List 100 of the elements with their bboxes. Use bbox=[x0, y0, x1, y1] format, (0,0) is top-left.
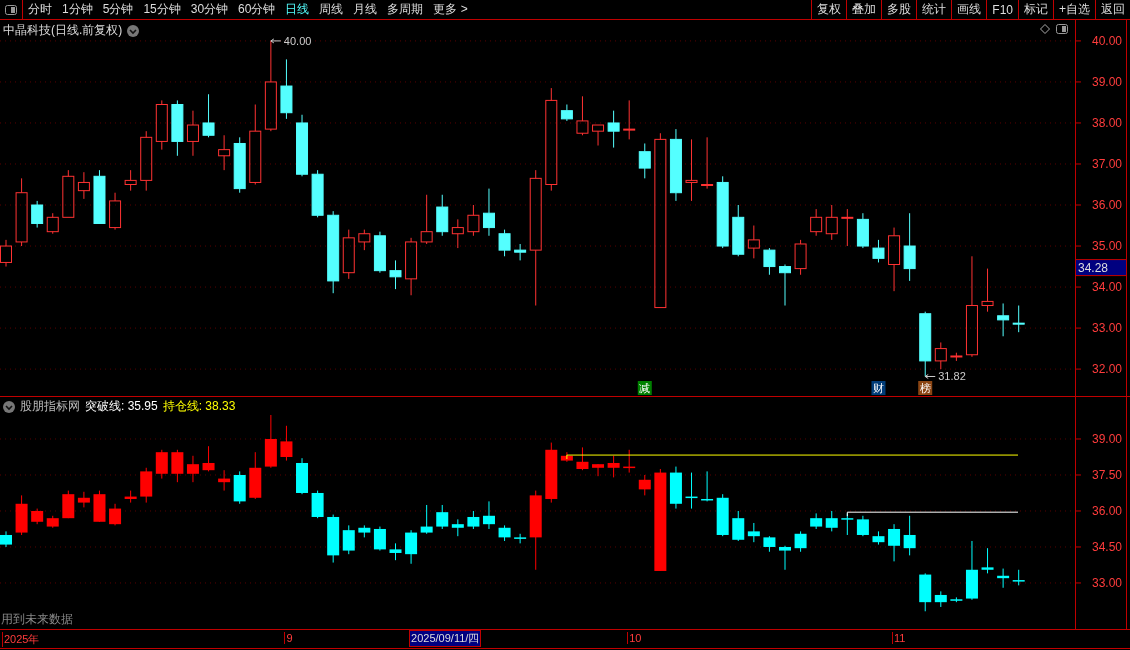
candlestick bbox=[358, 229, 371, 251]
candlestick bbox=[109, 192, 122, 231]
candlestick bbox=[77, 171, 90, 200]
candlestick bbox=[794, 530, 807, 553]
axis-tick-label: 33.00 bbox=[1092, 321, 1123, 336]
candlestick bbox=[592, 463, 605, 477]
candlestick bbox=[576, 446, 589, 471]
period-tab[interactable]: 月线 bbox=[348, 0, 383, 19]
candlestick bbox=[202, 93, 215, 138]
chevron-down-icon[interactable] bbox=[127, 24, 140, 37]
candlestick bbox=[981, 547, 994, 574]
period-tab[interactable]: 多周期 bbox=[382, 0, 429, 19]
period-tab[interactable]: 日线 bbox=[280, 0, 315, 19]
candlestick bbox=[15, 494, 28, 536]
candlestick bbox=[124, 169, 137, 192]
indicator-value: 突破线: 35.95 bbox=[85, 398, 158, 415]
date-label: 2025年 bbox=[2, 632, 41, 647]
panel-toggle-icon[interactable] bbox=[5, 4, 17, 15]
candlestick bbox=[467, 204, 480, 237]
candlestick bbox=[810, 208, 823, 237]
period-tab[interactable]: 30分钟 bbox=[185, 0, 234, 19]
candlestick bbox=[389, 542, 402, 561]
candlestick bbox=[779, 545, 791, 571]
toolbar-button[interactable]: 统计 bbox=[916, 0, 952, 19]
candlestick bbox=[919, 311, 932, 377]
candlestick bbox=[623, 99, 636, 140]
candlestick bbox=[607, 110, 620, 149]
candlestick bbox=[623, 449, 636, 474]
candlestick bbox=[46, 212, 59, 235]
future-data-note: 用到未来数据 bbox=[1, 611, 73, 628]
candlestick bbox=[342, 229, 355, 280]
toolbar-button[interactable]: F10 bbox=[986, 0, 1018, 19]
candlestick bbox=[685, 472, 698, 510]
candlestick bbox=[763, 247, 776, 276]
candlestick bbox=[342, 524, 355, 555]
candlestick bbox=[373, 526, 386, 552]
axis-tick-label: 37.50 bbox=[1092, 468, 1123, 482]
candlestick bbox=[997, 302, 1010, 337]
axis-tick-label: 34.00 bbox=[1092, 280, 1123, 295]
candlestick bbox=[560, 451, 573, 463]
date-label: 9 bbox=[284, 632, 294, 644]
candlestick bbox=[124, 490, 137, 504]
toolbar-button[interactable]: 多股 bbox=[881, 0, 917, 19]
candlestick bbox=[934, 341, 947, 370]
period-tab[interactable]: 更多 > bbox=[428, 0, 473, 19]
candlestick bbox=[358, 524, 371, 538]
chevron-down-icon[interactable] bbox=[3, 400, 15, 413]
period-tab[interactable]: 1分钟 bbox=[57, 0, 98, 19]
candlestick bbox=[1012, 569, 1025, 586]
candlestick bbox=[888, 227, 901, 292]
candlestick bbox=[607, 455, 620, 478]
candlestick bbox=[950, 596, 963, 603]
period-tab[interactable]: 分时 bbox=[23, 0, 57, 19]
candlestick bbox=[171, 99, 184, 157]
candlestick bbox=[872, 530, 885, 546]
toolbar-button[interactable]: 标记 bbox=[1018, 0, 1053, 19]
candlestick bbox=[280, 58, 293, 120]
candlestick bbox=[249, 451, 262, 500]
toolbar-button[interactable]: 画线 bbox=[951, 0, 987, 19]
candlestick bbox=[233, 136, 246, 194]
arrow-icon bbox=[270, 38, 282, 44]
toolbar-button[interactable]: 返回 bbox=[1095, 0, 1130, 19]
period-tab[interactable]: 5分钟 bbox=[97, 0, 139, 19]
period-tab[interactable]: 15分钟 bbox=[138, 0, 186, 19]
candlestick bbox=[296, 457, 308, 495]
candlestick bbox=[592, 124, 605, 147]
candlestick bbox=[825, 204, 838, 241]
candlestick bbox=[545, 442, 558, 504]
candlestick bbox=[405, 529, 418, 565]
event-badge[interactable]: 减 bbox=[637, 381, 652, 395]
candlestick bbox=[171, 449, 184, 483]
candlestick bbox=[186, 110, 199, 157]
candlestick bbox=[0, 530, 12, 548]
candlestick bbox=[327, 514, 340, 564]
toolbar-button[interactable]: 叠加 bbox=[846, 0, 882, 19]
candlestick bbox=[264, 414, 277, 469]
extreme-price-label: 40.00 bbox=[283, 34, 312, 47]
candlestick bbox=[514, 533, 527, 544]
event-badge[interactable]: 财 bbox=[871, 381, 886, 395]
candlestick bbox=[888, 523, 901, 562]
event-badge[interactable]: 榜 bbox=[918, 381, 933, 395]
candlestick bbox=[155, 449, 168, 480]
period-tab[interactable]: 周线 bbox=[314, 0, 349, 19]
diamond-icon[interactable] bbox=[1040, 24, 1050, 34]
candlestick bbox=[420, 194, 433, 245]
axis-tick-label: 40.00 bbox=[1092, 33, 1123, 48]
toolbar-button[interactable]: 复权 bbox=[811, 0, 847, 19]
candlestick bbox=[140, 467, 153, 504]
date-label: 2025/09/11/四 bbox=[409, 630, 482, 647]
candlestick bbox=[93, 169, 106, 224]
candlestick bbox=[1012, 305, 1025, 333]
axis-tick-label: 33.00 bbox=[1092, 575, 1123, 590]
period-tab[interactable]: 60分钟 bbox=[233, 0, 281, 19]
panel-toggle-icon[interactable] bbox=[1056, 24, 1068, 34]
candlestick bbox=[311, 490, 324, 519]
candlestick bbox=[965, 540, 978, 601]
toolbar-button[interactable]: +自选 bbox=[1053, 0, 1095, 19]
candlestick bbox=[140, 130, 153, 192]
candlestick bbox=[109, 503, 122, 526]
candlestick bbox=[981, 268, 994, 313]
